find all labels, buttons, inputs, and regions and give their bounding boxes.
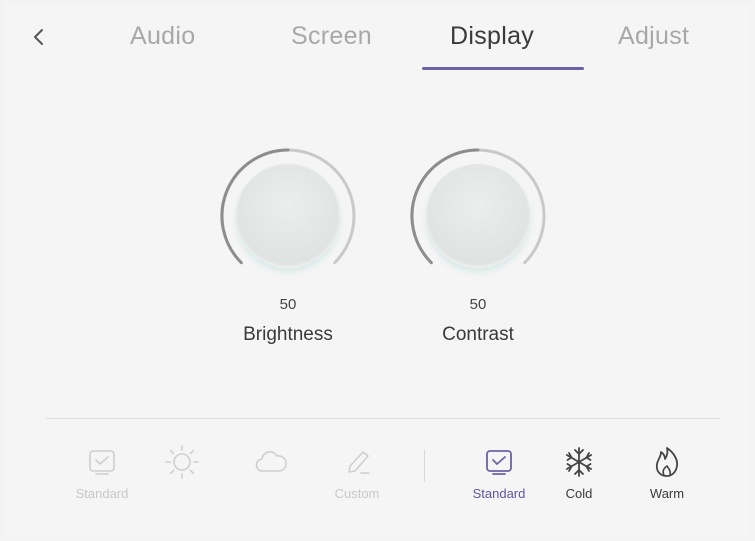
picture-mode-standard[interactable]: Standard bbox=[62, 444, 142, 502]
snowflake-icon bbox=[566, 447, 593, 477]
contrast-label: Contrast bbox=[442, 324, 514, 345]
brightness-dial[interactable] bbox=[236, 164, 340, 268]
color-temp-warm[interactable]: Warm bbox=[627, 444, 707, 502]
section-divider bbox=[46, 418, 720, 419]
monitor-check-icon bbox=[486, 450, 512, 475]
monitor-check-icon bbox=[89, 450, 115, 475]
brightness-value: 50 bbox=[279, 296, 297, 313]
tab-bar: Audio Screen Display Adjust bbox=[4, 4, 751, 76]
picture-mode-bright-label bbox=[142, 486, 222, 502]
color-temp-warm-label: Warm bbox=[649, 486, 685, 501]
color-temp-cold-label: Cold bbox=[565, 486, 593, 501]
preset-separator bbox=[424, 450, 425, 482]
pen-icon bbox=[348, 451, 370, 474]
picture-mode-soft[interactable] bbox=[231, 444, 311, 502]
contrast-dial[interactable] bbox=[426, 164, 530, 268]
brightness-knob[interactable] bbox=[218, 146, 358, 286]
cloud-icon bbox=[255, 451, 287, 472]
contrast-knob[interactable] bbox=[408, 146, 548, 286]
sun-icon bbox=[165, 445, 199, 479]
tab-display[interactable]: Display bbox=[450, 22, 534, 51]
picture-mode-custom-label: Custom bbox=[334, 486, 380, 501]
tab-audio[interactable]: Audio bbox=[130, 22, 195, 51]
color-temp-standard-label: Standard bbox=[472, 486, 526, 501]
flame-icon bbox=[655, 447, 679, 477]
color-temp-cold[interactable]: Cold bbox=[539, 444, 619, 502]
brightness-label: Brightness bbox=[243, 324, 333, 345]
picture-mode-custom[interactable]: Custom bbox=[317, 444, 397, 502]
active-tab-indicator bbox=[422, 67, 584, 70]
display-settings-panel: Audio Screen Display Adjust 50 Brightnes… bbox=[4, 4, 751, 537]
picture-mode-bright[interactable] bbox=[142, 444, 222, 502]
tab-screen[interactable]: Screen bbox=[291, 22, 372, 51]
picture-mode-soft-label bbox=[231, 486, 311, 502]
picture-mode-standard-label: Standard bbox=[75, 486, 129, 501]
tab-adjust[interactable]: Adjust bbox=[618, 22, 689, 51]
color-temp-standard[interactable]: Standard bbox=[459, 444, 539, 502]
contrast-value: 50 bbox=[469, 296, 487, 313]
